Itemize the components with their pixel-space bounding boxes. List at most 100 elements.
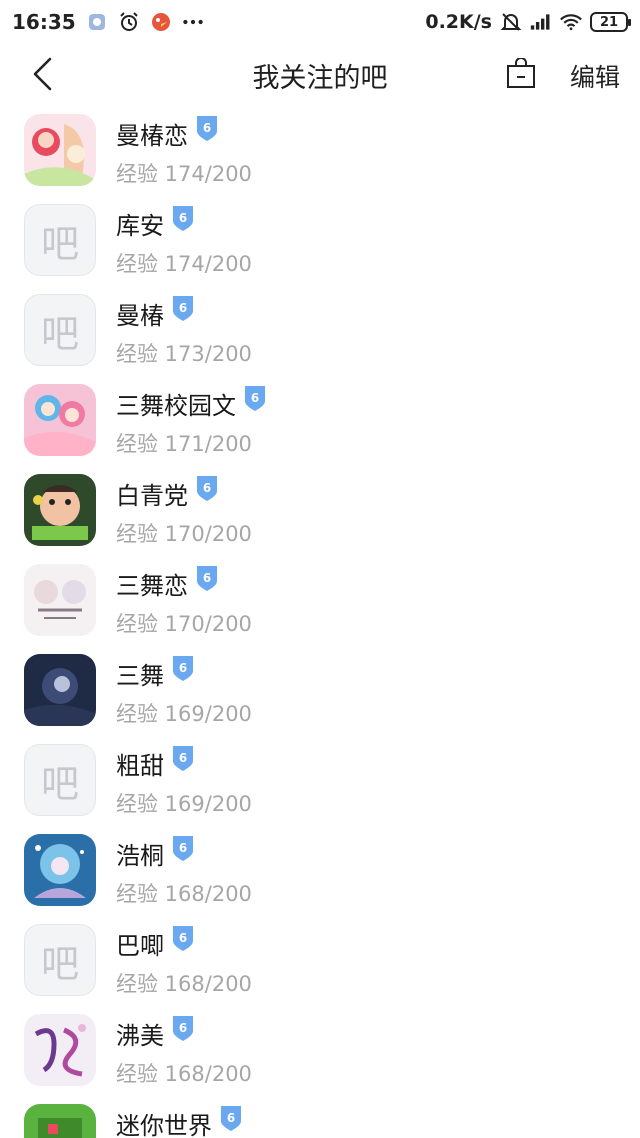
- forum-experience: 经验 171/200: [116, 432, 252, 456]
- forum-name-row: 粗甜 6: [116, 744, 196, 781]
- more-notifications-icon: [182, 11, 204, 33]
- level-number: 6: [178, 840, 188, 855]
- placeholder-glyph: 吧: [40, 221, 79, 266]
- level-badge-icon: 6: [170, 1014, 196, 1042]
- forum-experience: 经验 173/200: [116, 342, 252, 366]
- level-number: 6: [178, 1020, 188, 1035]
- placeholder-glyph: 吧: [40, 761, 79, 806]
- forum-experience: 经验 170/200: [116, 612, 252, 636]
- forum-avatar: [24, 564, 96, 636]
- forum-name: 浩桐: [116, 842, 164, 870]
- forum-name: 粗甜: [116, 752, 164, 780]
- forum-experience: 经验 174/200: [116, 252, 252, 276]
- status-bar: 16:35 0.2K/s 21: [0, 0, 640, 44]
- level-badge-icon: 6: [170, 924, 196, 952]
- forum-experience: 经验 168/200: [116, 1062, 252, 1086]
- level-badge-icon: 6: [194, 474, 220, 502]
- forum-item[interactable]: 沸美 6 经验 168/200: [0, 1006, 640, 1096]
- edit-button[interactable]: 编辑: [570, 58, 620, 94]
- level-number: 6: [178, 930, 188, 945]
- level-number: 6: [250, 390, 260, 405]
- forum-name: 曼椿恋: [116, 122, 188, 150]
- forum-item[interactable]: 曼椿恋 6 经验 174/200: [0, 106, 640, 196]
- forum-name: 三舞校园文: [116, 392, 236, 420]
- forum-avatar-placeholder: 吧: [24, 744, 96, 816]
- forum-item[interactable]: 迷你世界 6: [0, 1096, 640, 1138]
- forum-avatar: [24, 1014, 96, 1086]
- forum-avatar: [24, 114, 96, 186]
- page-title: 我关注的吧: [252, 63, 388, 94]
- level-badge-icon: 6: [170, 744, 196, 772]
- forum-avatar: [24, 654, 96, 726]
- forum-name-row: 曼椿 6: [116, 295, 196, 331]
- forum-avatar: [24, 384, 96, 456]
- app-notification-icon: [86, 11, 108, 33]
- forum-name: 迷你世界: [116, 1112, 212, 1138]
- mute-bell-icon: [500, 11, 522, 33]
- forum-avatar: [24, 474, 96, 546]
- level-number: 6: [202, 120, 212, 135]
- forum-name: 库安: [116, 212, 164, 240]
- forum-name: 巴唧: [116, 932, 164, 960]
- forum-name-row: 三舞校园文 6: [116, 384, 268, 421]
- forum-name: 曼椿: [116, 302, 164, 330]
- bag-button[interactable]: [503, 56, 539, 92]
- forum-avatar: [24, 834, 96, 906]
- forum-avatar-placeholder: 吧: [24, 204, 96, 276]
- forum-name-row: 迷你世界 6: [116, 1104, 244, 1138]
- level-badge-icon: 6: [242, 384, 268, 412]
- forum-avatar-placeholder: 吧: [24, 924, 96, 996]
- level-number: 6: [178, 750, 188, 765]
- alarm-icon: [118, 11, 140, 33]
- level-number: 6: [178, 210, 188, 225]
- forum-item[interactable]: 浩桐 6 经验 168/200: [0, 826, 640, 916]
- forum-name-row: 三舞恋 6: [116, 565, 220, 601]
- forum-item[interactable]: 三舞 6 经验 169/200: [0, 646, 640, 736]
- forum-name: 三舞恋: [116, 572, 188, 600]
- level-number: 6: [202, 480, 212, 495]
- forum-name-row: 沸美 6: [116, 1014, 196, 1051]
- forum-name-row: 三舞 6: [116, 655, 196, 691]
- forum-name: 三舞: [116, 662, 164, 690]
- bird-app-icon: [150, 11, 172, 33]
- level-badge-icon: 6: [218, 1104, 244, 1132]
- forum-avatar-placeholder: 吧: [24, 294, 96, 366]
- forum-name-row: 白青党 6: [116, 474, 220, 511]
- forum-experience: 经验 170/200: [116, 522, 252, 546]
- signal-icon: [530, 11, 552, 33]
- forum-name: 白青党: [116, 482, 188, 510]
- forum-item[interactable]: 三舞校园文 6 经验 171/200: [0, 376, 640, 466]
- forum-list: 曼椿恋 6 经验 174/200 吧库安 6 经验 174/200 吧曼椿 6 经验 173/2…: [0, 106, 640, 1138]
- wifi-icon: [560, 11, 582, 33]
- level-number: 6: [226, 1110, 236, 1125]
- level-number: 6: [202, 570, 212, 585]
- forum-name-row: 曼椿恋 6: [116, 115, 220, 151]
- level-badge-icon: 6: [170, 834, 196, 862]
- forum-item[interactable]: 吧 曼椿 6 经验 173/200: [0, 286, 640, 376]
- forum-item[interactable]: 吧 库安 6 经验 174/200: [0, 196, 640, 286]
- nav-bar: 我关注的吧 编辑: [0, 44, 640, 104]
- network-speed: 0.2K/s: [425, 11, 492, 33]
- forum-name-row: 库安 6: [116, 204, 196, 241]
- forum-item[interactable]: 白青党 6 经验 170/200: [0, 466, 640, 556]
- level-badge-icon: 6: [170, 204, 196, 232]
- bag-icon: [507, 58, 535, 88]
- forum-experience: 经验 168/200: [116, 882, 252, 906]
- forum-name: 沸美: [116, 1022, 164, 1050]
- forum-avatar: [24, 1104, 96, 1138]
- forum-name-row: 巴唧 6: [116, 924, 196, 961]
- forum-item[interactable]: 三舞恋 6 经验 170/200: [0, 556, 640, 646]
- forum-experience: 经验 169/200: [116, 702, 252, 726]
- placeholder-glyph: 吧: [40, 311, 79, 356]
- battery-icon: 21: [590, 12, 631, 32]
- forum-experience: 经验 168/200: [116, 972, 252, 996]
- level-number: 6: [178, 300, 188, 315]
- placeholder-glyph: 吧: [40, 941, 79, 986]
- forum-item[interactable]: 吧 巴唧 6 经验 168/200: [0, 916, 640, 1006]
- forum-item[interactable]: 吧 粗甜 6 经验 169/200: [0, 736, 640, 826]
- status-time: 16:35: [12, 10, 76, 34]
- level-number: 6: [178, 660, 188, 675]
- forum-experience: 经验 169/200: [116, 792, 252, 816]
- forum-name-row: 浩桐 6: [116, 834, 196, 871]
- forum-experience: 经验 174/200: [116, 162, 252, 186]
